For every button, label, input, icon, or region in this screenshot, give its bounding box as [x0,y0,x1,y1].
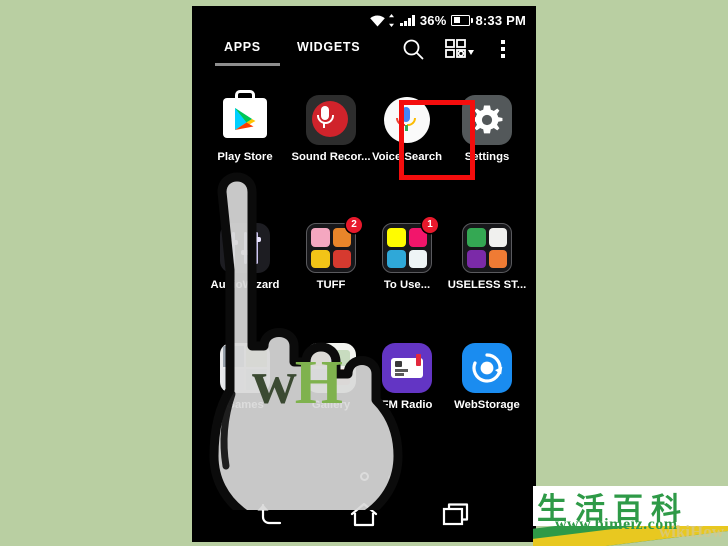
search-icon[interactable] [402,38,424,60]
app-label: WebStorage [454,399,520,411]
app-label: Settings [464,151,510,163]
app-label: Play Store [217,151,273,163]
app-web-storage[interactable]: WebStorage [444,342,530,411]
tab-widgets[interactable]: WIDGETS [297,40,360,54]
app-settings[interactable]: Settings [444,94,530,163]
app-label: Voice Search [371,151,443,163]
folder-to-use[interactable]: 1 To Use... [364,217,450,291]
app-label: Sound Recor... [291,151,371,163]
grid-settings-icon[interactable] [445,38,475,60]
app-label: To Use... [383,279,431,291]
fm-radio-icon [381,342,433,394]
folder-icon [461,222,513,274]
back-arrow-icon[interactable] [254,500,288,530]
cellular-signal-icon [400,14,415,26]
battery-percent-text: 36% [419,12,447,28]
folder-icon: 2 [305,217,362,274]
recent-apps-icon[interactable] [440,500,474,530]
navigation-bar [192,492,536,542]
screenshot-stage: 36% 8:33 PM APPS WIDGETS Play Store Soun… [0,0,728,546]
app-play-store[interactable]: Play Store [202,90,288,163]
folder-icon: 1 [381,217,438,274]
folder-useless-stuff[interactable]: USELESS ST... [444,222,530,291]
phone-screen: 36% 8:33 PM APPS WIDGETS Play Store Soun… [192,6,536,542]
sound-recorder-icon [305,94,357,146]
play-store-icon [219,90,271,146]
app-audio-wizard[interactable]: AudioWizard [202,222,288,291]
tab-apps[interactable]: APPS [224,40,261,54]
app-label: AudioWizard [210,279,280,291]
web-storage-icon [461,342,513,394]
watermark-ghost-text: wikiHow [658,522,724,541]
games-icon [219,342,271,394]
app-label: Games [226,399,264,411]
app-label: TUFF [316,279,346,291]
settings-gear-icon [461,94,513,146]
status-bar: 36% 8:33 PM [192,6,536,34]
app-gallery[interactable]: Gallery [288,342,374,411]
wifi-icon [369,14,386,27]
app-games[interactable]: Games [202,342,288,411]
overflow-menu-icon[interactable] [496,38,510,60]
site-watermark: 生活百科 www.bimeiz.com wikiHow [533,486,728,546]
battery-percent-label: 36% [420,14,447,27]
folder-badge: 2 [346,217,362,233]
voice-search-icon [381,94,433,146]
active-tab-underline [215,63,280,66]
page-indicator [192,468,536,484]
audio-wizard-icon [219,222,271,274]
page-dot-active[interactable] [360,472,369,481]
tab-bar: APPS WIDGETS [192,34,536,74]
app-label: FM Radio [381,399,433,411]
app-voice-search[interactable]: Voice Search [364,94,450,163]
folder-badge: 1 [422,217,438,233]
battery-icon [451,14,474,26]
app-sound-recorder[interactable]: Sound Recor... [288,94,374,163]
app-label: USELESS ST... [447,279,527,291]
home-icon[interactable] [347,500,381,530]
clock-label: 8:33 PM [475,14,526,27]
app-grid: Play Store Sound Recor... Voice Search S… [192,78,536,468]
clock-text: 8:33 PM [475,12,526,28]
data-transfer-arrows-icon [388,13,395,27]
gallery-icon [305,342,357,394]
folder-tuff[interactable]: 2 TUFF [288,217,374,291]
app-fm-radio[interactable]: FM Radio [364,342,450,411]
app-label: Gallery [311,399,351,411]
page-dot-inactive[interactable] [388,474,393,480]
